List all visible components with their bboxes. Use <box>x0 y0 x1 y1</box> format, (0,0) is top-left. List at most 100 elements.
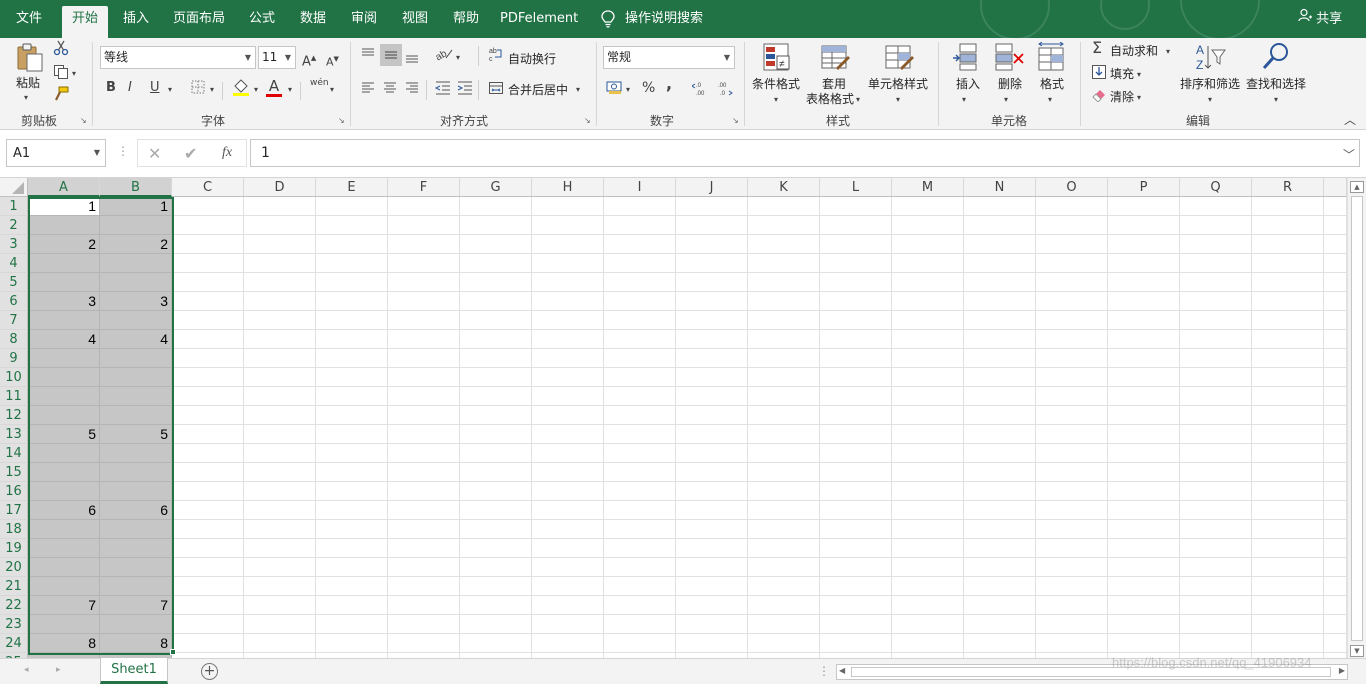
cell-n8[interactable] <box>964 330 1036 349</box>
cell-q2[interactable] <box>1180 216 1252 235</box>
cell-g7[interactable] <box>460 311 532 330</box>
cell-l23[interactable] <box>820 615 892 634</box>
cell-h7[interactable] <box>532 311 604 330</box>
row-header[interactable]: 21 <box>0 577 28 596</box>
cell-l12[interactable] <box>820 406 892 425</box>
cell-m20[interactable] <box>892 558 964 577</box>
format-table-dropdown-icon[interactable]: ▾ <box>856 92 860 108</box>
name-box[interactable]: A1 ▼ <box>6 139 106 167</box>
cell-j13[interactable] <box>676 425 748 444</box>
cell-p18[interactable] <box>1108 520 1180 539</box>
column-header-d[interactable]: D <box>244 178 316 197</box>
cell-p19[interactable] <box>1108 539 1180 558</box>
cell-h2[interactable] <box>532 216 604 235</box>
cell-n16[interactable] <box>964 482 1036 501</box>
cell-g5[interactable] <box>460 273 532 292</box>
cell-j17[interactable] <box>676 501 748 520</box>
cell-m2[interactable] <box>892 216 964 235</box>
underline-dropdown-icon[interactable]: ▾ <box>168 82 172 98</box>
cell-n20[interactable] <box>964 558 1036 577</box>
cell-b11[interactable] <box>100 387 172 406</box>
cell-n22[interactable] <box>964 596 1036 615</box>
cell-p16[interactable] <box>1108 482 1180 501</box>
cell-a1[interactable]: 1 <box>28 197 100 216</box>
cell-j22[interactable] <box>676 596 748 615</box>
tab-home[interactable]: 开始 <box>62 6 108 38</box>
cell-e6[interactable] <box>316 292 388 311</box>
cell-r19[interactable] <box>1252 539 1324 558</box>
cell-b18[interactable] <box>100 520 172 539</box>
increase-decimal-icon[interactable]: .0.00 <box>691 80 710 101</box>
cell-o18[interactable] <box>1036 520 1108 539</box>
cell-m18[interactable] <box>892 520 964 539</box>
format-cells-button[interactable]: 格式 <box>1040 75 1064 92</box>
row-header[interactable]: 20 <box>0 558 28 577</box>
cell-n14[interactable] <box>964 444 1036 463</box>
cell-d19[interactable] <box>244 539 316 558</box>
cell-q18[interactable] <box>1180 520 1252 539</box>
cell-p12[interactable] <box>1108 406 1180 425</box>
column-header-b[interactable]: B <box>100 178 172 197</box>
paste-icon[interactable] <box>14 42 46 72</box>
cell-n4[interactable] <box>964 254 1036 273</box>
cell-l21[interactable] <box>820 577 892 596</box>
cell-f2[interactable] <box>388 216 460 235</box>
cell-c23[interactable] <box>172 615 244 634</box>
cell-j19[interactable] <box>676 539 748 558</box>
cell-j7[interactable] <box>676 311 748 330</box>
decrease-indent-icon[interactable] <box>434 80 452 101</box>
row-header[interactable]: 8 <box>0 330 28 349</box>
cell-f23[interactable] <box>388 615 460 634</box>
cell-e12[interactable] <box>316 406 388 425</box>
cell-q6[interactable] <box>1180 292 1252 311</box>
cell-r23[interactable] <box>1252 615 1324 634</box>
cell-o8[interactable] <box>1036 330 1108 349</box>
cell-q19[interactable] <box>1180 539 1252 558</box>
cell-a4[interactable] <box>28 254 100 273</box>
cell-n11[interactable] <box>964 387 1036 406</box>
cell-l19[interactable] <box>820 539 892 558</box>
cell-k21[interactable] <box>748 577 820 596</box>
cell-d16[interactable] <box>244 482 316 501</box>
cell-i18[interactable] <box>604 520 676 539</box>
enter-check-icon[interactable]: ✔ <box>184 144 197 163</box>
cell-k16[interactable] <box>748 482 820 501</box>
row-header[interactable]: 2 <box>0 216 28 235</box>
cell-k10[interactable] <box>748 368 820 387</box>
sort-filter-icon[interactable]: AZ <box>1194 42 1226 72</box>
cell-n17[interactable] <box>964 501 1036 520</box>
find-dropdown-icon[interactable]: ▾ <box>1274 92 1278 108</box>
cell-b7[interactable] <box>100 311 172 330</box>
cell-f12[interactable] <box>388 406 460 425</box>
cell-m19[interactable] <box>892 539 964 558</box>
cell-k14[interactable] <box>748 444 820 463</box>
cell-j1[interactable] <box>676 197 748 216</box>
cell-g19[interactable] <box>460 539 532 558</box>
cell-g22[interactable] <box>460 596 532 615</box>
cell-b13[interactable]: 5 <box>100 425 172 444</box>
orientation-icon[interactable]: ab <box>434 46 454 67</box>
cell-n24[interactable] <box>964 634 1036 653</box>
underline-button[interactable]: U <box>150 80 160 96</box>
cell-m21[interactable] <box>892 577 964 596</box>
cell-p10[interactable] <box>1108 368 1180 387</box>
cell-p3[interactable] <box>1108 235 1180 254</box>
cell-l22[interactable] <box>820 596 892 615</box>
cell-l3[interactable] <box>820 235 892 254</box>
cell-i15[interactable] <box>604 463 676 482</box>
lightbulb-icon[interactable] <box>598 6 618 32</box>
accounting-format-icon[interactable] <box>606 79 624 100</box>
cell-q1[interactable] <box>1180 197 1252 216</box>
cell-h10[interactable] <box>532 368 604 387</box>
cell-f9[interactable] <box>388 349 460 368</box>
cell-d5[interactable] <box>244 273 316 292</box>
cell-a19[interactable] <box>28 539 100 558</box>
row-header[interactable]: 5 <box>0 273 28 292</box>
cell-c20[interactable] <box>172 558 244 577</box>
column-header-o[interactable]: O <box>1036 178 1108 197</box>
cell-r4[interactable] <box>1252 254 1324 273</box>
cell-a7[interactable] <box>28 311 100 330</box>
cell-c10[interactable] <box>172 368 244 387</box>
cell-m24[interactable] <box>892 634 964 653</box>
cell-f3[interactable] <box>388 235 460 254</box>
